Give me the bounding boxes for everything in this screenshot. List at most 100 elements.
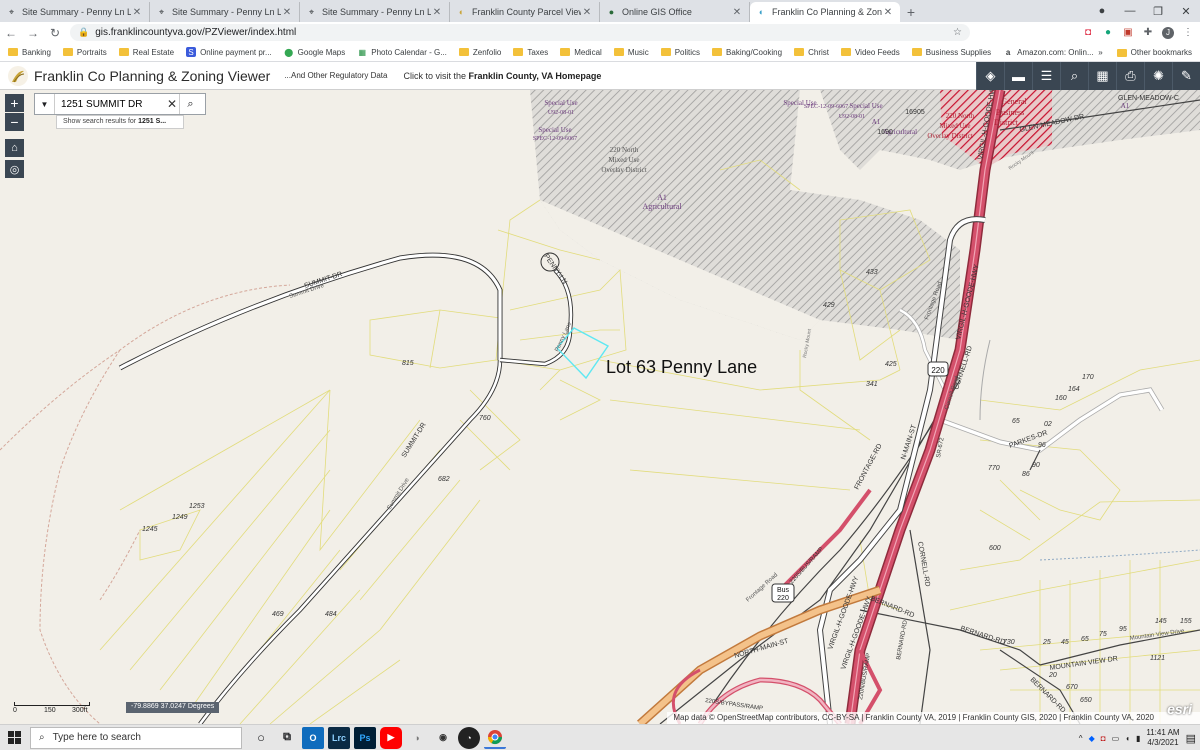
url-text: gis.franklincountyva.gov/PZViewer/index.…	[95, 27, 297, 38]
taskbar-apps: ○ ⧉ O Lrc Ps ▶ ◑ ◉ ◔	[250, 726, 506, 749]
camera-icon[interactable]: ◉	[432, 727, 454, 749]
close-tab-icon[interactable]: ✕	[131, 7, 143, 18]
lightroom-icon[interactable]: Lrc	[328, 726, 350, 749]
task-view-icon[interactable]: ⧉	[276, 727, 298, 749]
pocket-icon[interactable]: ◘	[1082, 27, 1094, 39]
scale-label: 0	[13, 707, 17, 714]
bookmark-video-feeds[interactable]: Video Feeds	[840, 48, 900, 57]
bookmark-label: Medical	[574, 47, 602, 57]
puzzle-icon[interactable]: ✚	[1142, 27, 1154, 39]
avatar[interactable]: J	[1162, 26, 1174, 39]
back-icon[interactable]: ←	[0, 26, 22, 40]
measure-icon[interactable]: ✎	[1172, 62, 1200, 90]
menu-kebab-icon[interactable]: ⋮	[1182, 27, 1194, 39]
battery-icon[interactable]: ▮	[1136, 734, 1140, 743]
browser-tab-2[interactable]: ⌖ Site Summary - Penny Ln Lot 64 ✕	[150, 2, 300, 22]
record-icon[interactable]: ●	[1088, 5, 1116, 17]
other-bookmarks[interactable]: Other bookmarks	[1131, 48, 1192, 57]
browser-tab-4[interactable]: ◐ Franklin County Parcel Viewer ✕	[450, 2, 600, 22]
notifications-icon[interactable]: ▤	[1186, 732, 1196, 745]
mcafee-icon[interactable]: ◘	[1101, 734, 1106, 743]
parcel-number: 164	[1068, 386, 1080, 393]
home-extent-button[interactable]: ⌂	[5, 139, 24, 157]
layers-icon[interactable]: ◈	[976, 62, 1004, 90]
close-tab-icon[interactable]: ✕	[581, 7, 593, 18]
youtube-icon[interactable]: ▶	[380, 726, 402, 749]
browser-tab-1[interactable]: ⌖ Site Summary - Penny Ln Lot 63 ✕	[0, 2, 150, 22]
search-suggestion[interactable]: Show search results for 1251 S...	[56, 115, 184, 129]
clock[interactable]: 11:41 AM 4/3/2021	[1146, 728, 1179, 748]
query-search-icon[interactable]: ⌕	[1060, 62, 1088, 90]
photoshop-icon[interactable]: Ps	[354, 726, 376, 749]
forward-icon[interactable]: →	[22, 26, 44, 40]
bookmark-baking[interactable]: Baking/Cooking	[712, 48, 782, 57]
search-source-dropdown[interactable]: ▼	[35, 94, 55, 114]
bookmark-politics[interactable]: Politics	[660, 48, 700, 57]
bookmarks-overflow-button[interactable]: »	[1098, 48, 1102, 57]
grammarly-icon[interactable]: ●	[1102, 27, 1114, 39]
bookmark-portraits[interactable]: Portraits	[62, 47, 107, 57]
close-tab-icon[interactable]: ✕	[882, 7, 894, 18]
bookmark-online-payment[interactable]: S Online payment pr...	[186, 47, 272, 57]
bookmark-label: Portraits	[76, 47, 107, 57]
bookmark-taxes[interactable]: Taxes	[513, 48, 548, 57]
satellite-icon[interactable]: ◑	[406, 727, 428, 749]
bookmark-google-maps[interactable]: ⬤ Google Maps	[284, 47, 346, 57]
bookmark-medical[interactable]: Medical	[560, 48, 602, 57]
tray-chevron-icon[interactable]: ^	[1079, 734, 1083, 743]
search-input[interactable]	[55, 98, 165, 110]
browser-tab-3[interactable]: ⌖ Site Summary - Penny Ln Lot 64 ✕	[300, 2, 450, 22]
extension-icon[interactable]: ▣	[1122, 27, 1134, 39]
bookmark-zenfolio[interactable]: Zenfolio	[458, 48, 501, 57]
bookmark-label: Taxes	[527, 47, 549, 57]
general-business-label: District	[994, 118, 1019, 127]
bernard-rd-label-2: BERNARD-RD	[959, 625, 1006, 646]
frontage-rd-label: FRONTAGE-RD	[854, 443, 884, 491]
start-button[interactable]	[0, 725, 28, 750]
speedometer-icon[interactable]: ◔	[458, 726, 480, 749]
network-icon[interactable]: ▭	[1112, 734, 1120, 743]
browser-tab-5[interactable]: ● Online GIS Office ✕	[600, 2, 750, 22]
volume-icon[interactable]: ◖	[1125, 734, 1130, 743]
bookmark-label: Google Maps	[297, 47, 346, 57]
taskbar-search[interactable]: ⌕ Type here to search	[30, 726, 242, 749]
new-tab-button[interactable]: +	[900, 2, 922, 22]
search-button[interactable]: ⌕	[179, 94, 201, 114]
close-window-icon[interactable]: ✕	[1172, 5, 1200, 18]
window-controls: ● — ❐ ✕	[1088, 0, 1200, 22]
cortana-icon[interactable]: ○	[250, 727, 272, 749]
bookmark-photo-calendar[interactable]: ▦ Photo Calendar - G...	[357, 47, 446, 57]
star-icon[interactable]: ☆	[953, 27, 962, 38]
parcel-number: 65	[1012, 418, 1020, 425]
map-pin-icon: ⌖	[308, 6, 315, 17]
locate-button[interactable]: ◎	[5, 160, 24, 178]
address-bar[interactable]: 🔒 gis.franklincountyva.gov/PZViewer/inde…	[70, 24, 970, 41]
bookmark-business-supplies[interactable]: Business Supplies	[911, 48, 991, 57]
zoom-in-button[interactable]: +	[5, 94, 24, 112]
zoom-out-button[interactable]: −	[5, 113, 24, 131]
identify-icon[interactable]: ✺	[1144, 62, 1172, 90]
bookmark-amazon[interactable]: a Amazon.com: Onlin...	[1003, 47, 1094, 57]
outlook-icon[interactable]: O	[302, 726, 324, 749]
browser-tab-6[interactable]: ◐ Franklin Co Planning & Zoning V ✕	[750, 2, 900, 22]
close-tab-icon[interactable]: ✕	[281, 7, 293, 18]
parcel-number: 760	[479, 415, 491, 422]
restore-icon[interactable]: ❐	[1144, 5, 1172, 18]
basemap-grid-icon[interactable]: ▦	[1088, 62, 1116, 90]
bookmark-music[interactable]: Music	[613, 48, 649, 57]
bookmark-christ[interactable]: Christ	[794, 48, 829, 57]
bookmark-real-estate[interactable]: Real Estate	[118, 48, 174, 57]
close-tab-icon[interactable]: ✕	[431, 7, 443, 18]
reload-icon[interactable]: ↻	[44, 26, 66, 40]
legend-list-icon[interactable]: ☰	[1032, 62, 1060, 90]
bookmark-banking[interactable]: Banking	[8, 48, 51, 57]
homepage-link[interactable]: Click to visit the Franklin County, VA H…	[403, 71, 601, 81]
minimize-icon[interactable]: —	[1116, 5, 1144, 17]
map-view[interactable]: 220 Bus 220 SUMMIT-DR Summit Drive SUMMI…	[0, 90, 1200, 724]
clear-search-icon[interactable]: ✕	[165, 97, 179, 111]
comment-icon[interactable]: ▬	[1004, 62, 1032, 90]
chrome-icon[interactable]	[484, 727, 506, 749]
print-icon[interactable]: ⎙	[1116, 62, 1144, 90]
close-tab-icon[interactable]: ✕	[731, 7, 743, 18]
dropbox-icon[interactable]: ◆	[1089, 734, 1095, 743]
